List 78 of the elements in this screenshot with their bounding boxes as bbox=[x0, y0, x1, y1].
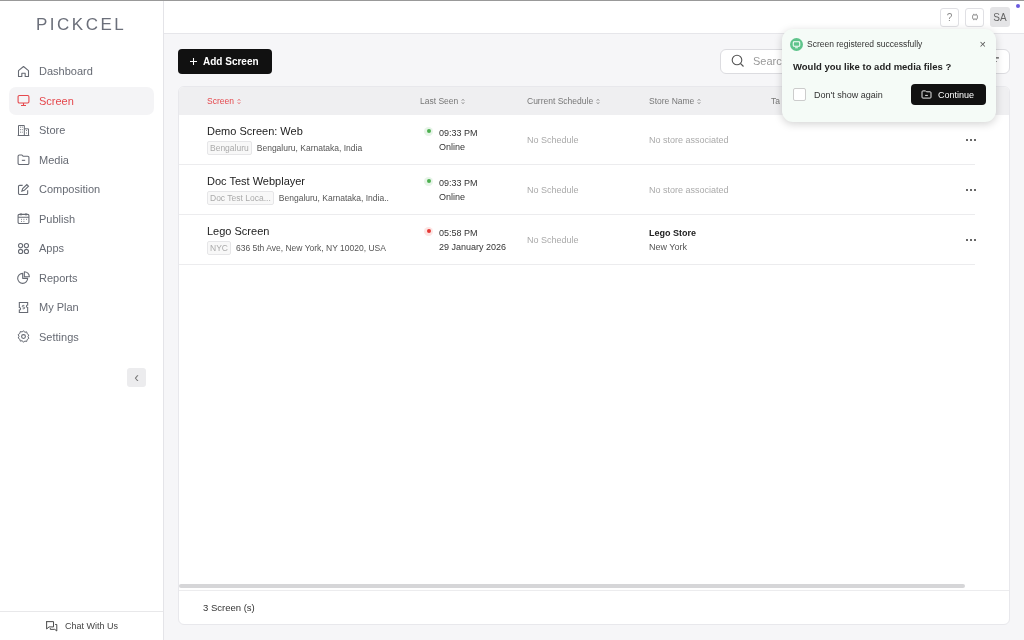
add-screen-button[interactable]: Add Screen bbox=[178, 48, 272, 74]
location-tag: Bengaluru bbox=[207, 140, 252, 155]
help-button[interactable]: ? bbox=[940, 7, 959, 27]
last-seen-time: 09:33 PM bbox=[439, 126, 478, 140]
continue-button[interactable]: Continue bbox=[910, 84, 986, 105]
more-options-icon[interactable] bbox=[965, 187, 977, 192]
schedule-text: No Schedule bbox=[527, 184, 580, 195]
status-dot bbox=[424, 176, 433, 186]
nav-item[interactable]: Composition bbox=[9, 175, 154, 203]
sort-icon bbox=[697, 97, 702, 105]
nav-item[interactable]: My Plan bbox=[9, 293, 154, 321]
sort-icon bbox=[596, 97, 601, 105]
store-name: No store associated bbox=[649, 134, 730, 145]
column-header[interactable]: Current Schedule bbox=[527, 96, 601, 106]
store-name: No store associated bbox=[649, 184, 730, 195]
status-dot bbox=[424, 226, 433, 236]
nav-item[interactable]: Screen bbox=[9, 86, 154, 115]
collapse-button[interactable]: ‹ bbox=[127, 367, 146, 387]
user-avatar[interactable]: SA bbox=[990, 7, 1010, 27]
nav-item[interactable]: Dashboard bbox=[9, 57, 154, 85]
pie-chart-icon bbox=[16, 270, 31, 285]
last-seen-time: 05:58 PM bbox=[439, 226, 479, 240]
nav-item[interactable]: Settings bbox=[9, 322, 154, 351]
column-header[interactable]: Last Seen bbox=[420, 96, 466, 106]
status-text: Online bbox=[439, 140, 466, 154]
notification-dot bbox=[1016, 4, 1020, 8]
building-icon bbox=[16, 122, 31, 138]
status-dot bbox=[424, 126, 433, 136]
monitor-icon bbox=[16, 93, 31, 108]
folder-icon bbox=[16, 152, 31, 167]
chat-bubbles-icon bbox=[45, 619, 58, 633]
chat-link[interactable]: Chat With Us bbox=[45, 619, 118, 633]
calendar-icon bbox=[16, 211, 31, 226]
scrollbar[interactable] bbox=[179, 584, 965, 588]
store-city: New York bbox=[649, 240, 689, 254]
screen-name[interactable]: Doc Test Webplayer bbox=[207, 174, 420, 187]
status-text: Online bbox=[439, 190, 466, 204]
refresh-icon bbox=[970, 13, 979, 21]
more-options-icon[interactable] bbox=[965, 237, 977, 242]
settings-icon bbox=[16, 329, 31, 344]
nav-item[interactable]: Apps bbox=[9, 234, 154, 262]
schedule-text: No Schedule bbox=[527, 134, 580, 145]
house-icon bbox=[16, 63, 31, 79]
screen-name[interactable]: Demo Screen: Web bbox=[207, 124, 420, 137]
folder-icon bbox=[920, 90, 932, 99]
more-options-icon[interactable] bbox=[965, 137, 977, 142]
nav-item[interactable]: Publish bbox=[9, 204, 154, 233]
column-header[interactable]: Screen bbox=[207, 96, 241, 106]
nav-item[interactable]: Reports bbox=[9, 263, 154, 292]
search-icon bbox=[731, 54, 745, 68]
checkbox[interactable] bbox=[793, 88, 806, 101]
status-text: 29 January 2026 bbox=[439, 240, 507, 254]
close-button[interactable]: × bbox=[979, 38, 986, 50]
sort-icon bbox=[236, 97, 241, 105]
checkbox-label: Don't show again bbox=[814, 89, 883, 100]
search-input[interactable]: Searc bbox=[753, 55, 787, 67]
grid-icon bbox=[16, 240, 31, 256]
monitor-icon bbox=[790, 37, 803, 51]
screen-name[interactable]: Lego Screen bbox=[207, 224, 420, 237]
column-header[interactable]: Store Name bbox=[649, 96, 702, 106]
schedule-text: No Schedule bbox=[527, 234, 580, 245]
nav-item[interactable]: Store bbox=[9, 116, 154, 144]
location-tag: NYC bbox=[207, 240, 231, 255]
address: 636 5th Ave, New York, NY 10020, USA bbox=[235, 242, 386, 253]
toast-title: Screen registered successfully bbox=[807, 39, 923, 49]
address: Bengaluru, Karnataka, India bbox=[256, 142, 363, 153]
sort-icon bbox=[461, 97, 466, 105]
toast-question: Would you like to add media files ? bbox=[793, 61, 953, 72]
store-name: Lego Store bbox=[649, 226, 697, 240]
logo: PICKCEL bbox=[35, 14, 127, 36]
screen-count: 3 Screen (s) bbox=[203, 602, 255, 613]
location-tag: Doc Test Loca... bbox=[207, 190, 274, 205]
nav-item[interactable]: Media bbox=[9, 145, 154, 174]
ticket-icon bbox=[16, 299, 31, 315]
column-header[interactable]: Ta bbox=[771, 96, 787, 106]
plus-icon bbox=[190, 57, 197, 65]
address: Bengaluru, Karnataka, India.. bbox=[278, 192, 389, 203]
last-seen-time: 09:33 PM bbox=[439, 176, 478, 190]
